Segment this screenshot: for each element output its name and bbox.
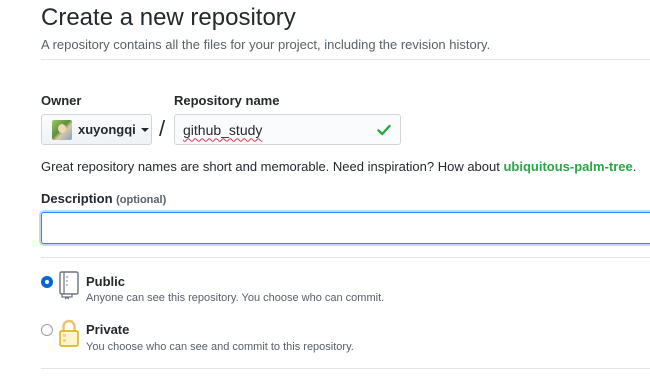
owner-label: Owner bbox=[41, 93, 82, 108]
repository-name-label: Repository name bbox=[174, 93, 280, 108]
description-input[interactable] bbox=[41, 212, 650, 244]
private-radio[interactable] bbox=[41, 324, 53, 336]
description-label: Description (optional) bbox=[41, 191, 166, 206]
page-title: Create a new repository bbox=[41, 4, 296, 31]
public-radio[interactable] bbox=[41, 276, 53, 288]
divider-bottom bbox=[41, 368, 650, 369]
repository-name-value: github_study bbox=[183, 121, 263, 138]
repository-name-input[interactable]: github_study bbox=[174, 114, 401, 145]
hint-text: Great repository names are short and mem… bbox=[41, 159, 504, 174]
public-option-title[interactable]: Public bbox=[86, 274, 125, 289]
public-option-description: Anyone can see this repository. You choo… bbox=[86, 292, 385, 304]
divider-middle bbox=[41, 257, 650, 258]
owner-select-button[interactable]: xuyongqi bbox=[41, 114, 152, 145]
description-label-text: Description bbox=[41, 191, 113, 206]
divider-top bbox=[41, 59, 650, 60]
repo-icon bbox=[59, 271, 79, 300]
hint-end: . bbox=[632, 159, 637, 174]
check-icon bbox=[377, 124, 391, 136]
name-hint: Great repository names are short and mem… bbox=[41, 159, 636, 174]
private-option-title[interactable]: Private bbox=[86, 322, 129, 337]
page-subtitle: A repository contains all the files for … bbox=[41, 37, 491, 52]
owner-repo-separator: / bbox=[159, 116, 166, 141]
name-suggestion-link[interactable]: ubiquitous-palm-tree bbox=[503, 159, 632, 174]
owner-name: xuyongqi bbox=[78, 122, 136, 137]
lock-icon bbox=[59, 319, 79, 347]
optional-note: (optional) bbox=[116, 194, 167, 206]
chevron-down-icon bbox=[140, 127, 149, 132]
avatar bbox=[52, 119, 72, 140]
private-option-description: You choose who can see and commit to thi… bbox=[86, 341, 354, 353]
